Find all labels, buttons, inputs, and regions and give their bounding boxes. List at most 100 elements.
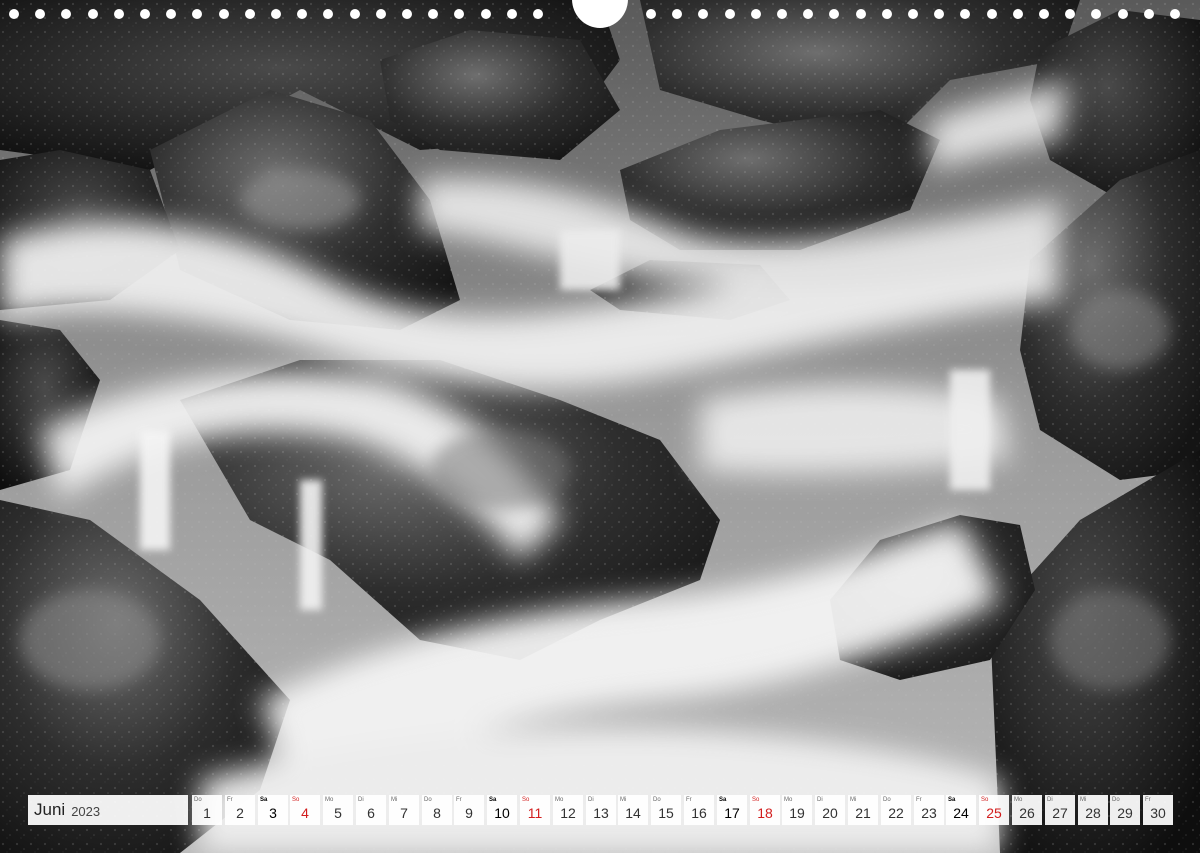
day-number: 26 bbox=[1019, 805, 1035, 821]
month-name: Juni bbox=[34, 800, 66, 819]
day-of-week: So bbox=[292, 797, 300, 803]
day-of-week: So bbox=[522, 797, 530, 803]
month-label: Juni 2023 bbox=[28, 795, 188, 825]
day-number: 10 bbox=[494, 805, 510, 821]
day-of-week: Mi bbox=[391, 797, 398, 803]
waterfall-photo bbox=[0, 0, 1200, 853]
binder-hole bbox=[1144, 9, 1154, 19]
binder-hole bbox=[672, 9, 682, 19]
day-of-week: Di bbox=[588, 797, 594, 803]
day-cell: So 4 bbox=[290, 795, 320, 825]
binder-hole bbox=[376, 9, 386, 19]
day-of-week: Fr bbox=[916, 797, 922, 803]
day-number: 1 bbox=[203, 805, 211, 821]
day-of-week: Do bbox=[883, 797, 891, 803]
day-of-week: Fr bbox=[227, 797, 233, 803]
binder-hole bbox=[402, 9, 412, 19]
day-cell: Sa 3 bbox=[258, 795, 288, 825]
binder-hole bbox=[1013, 9, 1023, 19]
day-of-week: Di bbox=[1047, 797, 1053, 803]
day-of-week: Mo bbox=[325, 797, 334, 803]
binder-hole bbox=[934, 9, 944, 19]
day-cell: Di 6 bbox=[356, 795, 386, 825]
day-cell: Do 1 bbox=[192, 795, 222, 825]
binder-hole bbox=[960, 9, 970, 19]
day-number: 15 bbox=[658, 805, 674, 821]
day-cell: Do 22 bbox=[881, 795, 911, 825]
day-cell: Mo 12 bbox=[553, 795, 583, 825]
day-of-week: Mo bbox=[784, 797, 793, 803]
day-number: 25 bbox=[986, 805, 1002, 821]
binder-hole bbox=[297, 9, 307, 19]
day-number: 29 bbox=[1117, 805, 1133, 821]
day-cell: Fr 23 bbox=[914, 795, 944, 825]
binder-hole bbox=[9, 9, 19, 19]
binder-hole bbox=[803, 9, 813, 19]
binder-hole bbox=[1118, 9, 1128, 19]
binder-hole bbox=[428, 9, 438, 19]
binder-hole bbox=[61, 9, 71, 19]
day-of-week: Sa bbox=[719, 797, 727, 803]
binder-hole bbox=[481, 9, 491, 19]
day-of-week: Mo bbox=[1014, 797, 1023, 803]
binder-hole bbox=[192, 9, 202, 19]
binder-hole bbox=[987, 9, 997, 19]
day-cell: Mi 21 bbox=[848, 795, 878, 825]
day-number: 21 bbox=[855, 805, 871, 821]
day-of-week: Do bbox=[194, 797, 202, 803]
binder-hole bbox=[533, 9, 543, 19]
day-of-week: Mi bbox=[620, 797, 627, 803]
binder-hole bbox=[454, 9, 464, 19]
binder-hole bbox=[1065, 9, 1075, 19]
day-number: 16 bbox=[691, 805, 707, 821]
binder-hole bbox=[323, 9, 333, 19]
day-number: 27 bbox=[1052, 805, 1068, 821]
binder-hole bbox=[219, 9, 229, 19]
day-of-week: Di bbox=[358, 797, 364, 803]
binder-hole bbox=[1170, 9, 1180, 19]
day-cell: Mo 19 bbox=[782, 795, 812, 825]
binder-hole bbox=[507, 9, 517, 19]
day-number: 24 bbox=[953, 805, 969, 821]
day-number: 6 bbox=[367, 805, 375, 821]
day-of-week: Do bbox=[424, 797, 432, 803]
day-cell: Fr 16 bbox=[684, 795, 714, 825]
day-cell: Do 15 bbox=[651, 795, 681, 825]
day-cell: Sa 17 bbox=[717, 795, 747, 825]
calendar-page: Juni 2023 Do 1 Fr 2 Sa 3 So 4 Mo 5 Di 6 Mi 7 Do 8 Fr 9 Sa 1… bbox=[0, 0, 1200, 853]
day-cell: Di 13 bbox=[586, 795, 616, 825]
day-of-week: Di bbox=[817, 797, 823, 803]
binder-hole bbox=[829, 9, 839, 19]
calendar-strip: Juni 2023 Do 1 Fr 2 Sa 3 So 4 Mo 5 Di 6 Mi 7 Do 8 Fr 9 Sa 1… bbox=[28, 795, 1173, 825]
binder-hole bbox=[882, 9, 892, 19]
day-cell: Mi 7 bbox=[389, 795, 419, 825]
day-cell: Mo 26 bbox=[1012, 795, 1042, 825]
day-number: 22 bbox=[888, 805, 904, 821]
day-of-week: Do bbox=[653, 797, 661, 803]
day-of-week: Mi bbox=[1080, 797, 1087, 803]
day-cell: Fr 30 bbox=[1143, 795, 1173, 825]
day-of-week: Fr bbox=[456, 797, 462, 803]
binder-hole bbox=[725, 9, 735, 19]
binder-hole bbox=[856, 9, 866, 19]
day-of-week: Mo bbox=[555, 797, 564, 803]
day-number: 28 bbox=[1085, 805, 1101, 821]
day-cell: Sa 24 bbox=[946, 795, 976, 825]
day-number: 14 bbox=[625, 805, 641, 821]
binder-hole bbox=[140, 9, 150, 19]
month-year: 2023 bbox=[71, 803, 101, 819]
day-of-week: Do bbox=[1112, 797, 1120, 803]
day-number: 17 bbox=[724, 805, 740, 821]
day-number: 11 bbox=[527, 805, 543, 821]
binder-hole bbox=[114, 9, 124, 19]
day-of-week: Sa bbox=[948, 797, 956, 803]
binder-hole bbox=[35, 9, 45, 19]
day-number: 18 bbox=[757, 805, 773, 821]
day-number: 13 bbox=[593, 805, 609, 821]
day-cell: So 25 bbox=[979, 795, 1009, 825]
binder-hole bbox=[646, 9, 656, 19]
day-cell: So 11 bbox=[520, 795, 550, 825]
day-number: 8 bbox=[433, 805, 441, 821]
day-number: 2 bbox=[236, 805, 244, 821]
day-cell: Do 29 bbox=[1110, 795, 1140, 825]
